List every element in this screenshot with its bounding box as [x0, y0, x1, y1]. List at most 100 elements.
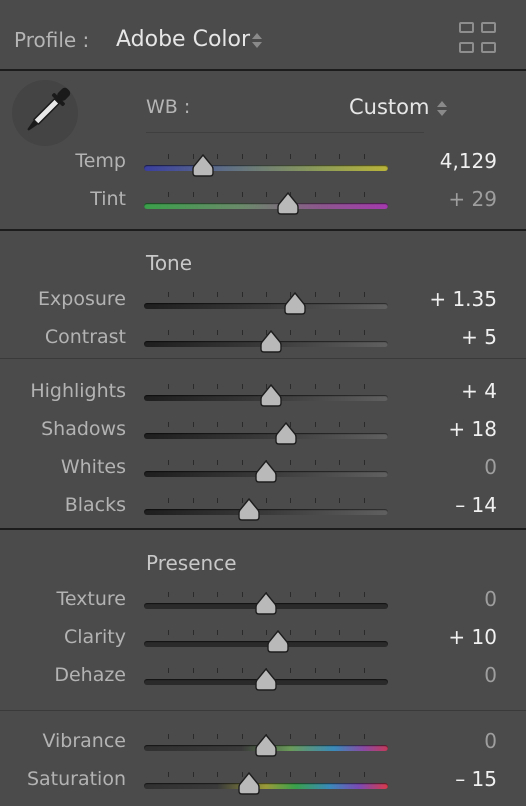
- slider-tick: [290, 630, 292, 635]
- slider-tick: [314, 772, 316, 777]
- eyedropper-icon[interactable]: [12, 80, 78, 146]
- profile-label: Profile :: [14, 28, 90, 52]
- slider-track[interactable]: [144, 165, 388, 171]
- slider-track[interactable]: [144, 641, 388, 647]
- slider-thumb[interactable]: [238, 771, 260, 796]
- slider-tick: [168, 630, 170, 635]
- slider-tick: [339, 154, 341, 159]
- slider-thumb[interactable]: [255, 591, 277, 616]
- slider-track-area[interactable]: [144, 771, 388, 795]
- slider-value[interactable]: + 4: [461, 379, 497, 403]
- up-down-arrows-icon[interactable]: [437, 100, 447, 118]
- slider-value[interactable]: 0: [484, 587, 497, 611]
- slider-tick: [363, 734, 365, 739]
- slider-label: Temp: [75, 150, 126, 172]
- slider-thumb[interactable]: [191, 153, 214, 178]
- slider-track-area[interactable]: [144, 153, 388, 177]
- slider-thumb[interactable]: [238, 497, 260, 522]
- slider-value[interactable]: – 14: [455, 493, 497, 517]
- slider-value[interactable]: + 1.35: [429, 287, 497, 311]
- slider-ticks: [144, 498, 388, 506]
- slider-tick: [339, 630, 341, 635]
- grid-icon[interactable]: [459, 22, 499, 56]
- slider-track-area[interactable]: [144, 667, 388, 691]
- slider-track-area[interactable]: [144, 497, 388, 521]
- slider-tick: [241, 630, 243, 635]
- slider-exposure[interactable]: Exposure + 1.35: [0, 284, 526, 320]
- slider-track[interactable]: [144, 783, 388, 789]
- slider-value[interactable]: 0: [484, 663, 497, 687]
- slider-track-area[interactable]: [144, 291, 388, 315]
- slider-thumb[interactable]: [255, 459, 277, 484]
- slider-tick: [266, 772, 267, 777]
- slider-track-area[interactable]: [144, 591, 388, 615]
- slider-tick: [192, 192, 194, 197]
- slider-thumb[interactable]: [260, 329, 282, 354]
- slider-value[interactable]: + 10: [448, 625, 497, 649]
- slider-tick: [314, 422, 316, 427]
- slider-track[interactable]: [144, 509, 388, 515]
- slider-thumb[interactable]: [260, 383, 282, 408]
- slider-tick: [363, 154, 365, 159]
- slider-tick: [290, 772, 292, 777]
- slider-clarity[interactable]: Clarity + 10: [0, 622, 526, 658]
- slider-contrast[interactable]: Contrast + 5: [0, 322, 526, 358]
- slider-track-area[interactable]: [144, 733, 388, 757]
- slider-track[interactable]: [144, 433, 388, 439]
- slider-tick: [217, 772, 219, 777]
- slider-track-area[interactable]: [144, 383, 388, 407]
- slider-track-area[interactable]: [144, 329, 388, 353]
- slider-tick: [266, 422, 267, 427]
- slider-tick: [290, 154, 292, 159]
- slider-tick: [339, 384, 341, 389]
- slider-track-area[interactable]: [144, 421, 388, 445]
- slider-track-area[interactable]: [144, 459, 388, 483]
- slider-temp[interactable]: Temp 4,129: [0, 146, 526, 182]
- slider-shadows[interactable]: Shadows + 18: [0, 414, 526, 450]
- slider-thumb[interactable]: [267, 629, 289, 654]
- slider-tick: [241, 292, 243, 297]
- slider-tick: [339, 422, 341, 427]
- slider-label: Whites: [60, 456, 126, 478]
- slider-tick: [290, 592, 292, 597]
- slider-dehaze[interactable]: Dehaze 0: [0, 660, 526, 696]
- slider-highlights[interactable]: Highlights + 4: [0, 376, 526, 412]
- slider-thumb[interactable]: [274, 421, 297, 446]
- slider-thumb[interactable]: [255, 667, 277, 692]
- slider-track[interactable]: [144, 203, 388, 209]
- slider-thumb[interactable]: [284, 291, 306, 316]
- profile-dropdown[interactable]: Adobe Color: [116, 27, 250, 52]
- slider-value[interactable]: 0: [484, 729, 497, 753]
- slider-track[interactable]: [144, 303, 388, 309]
- slider-tick: [290, 384, 292, 389]
- slider-saturation[interactable]: Saturation – 15: [0, 764, 526, 800]
- slider-thumb[interactable]: [255, 733, 277, 758]
- slider-tick: [241, 154, 243, 159]
- slider-value[interactable]: + 18: [448, 417, 497, 441]
- slider-whites[interactable]: Whites 0: [0, 452, 526, 488]
- slider-value[interactable]: + 5: [461, 325, 497, 349]
- slider-tick: [168, 498, 170, 503]
- slider-tick: [314, 192, 316, 197]
- slider-thumb[interactable]: [277, 191, 299, 216]
- slider-blacks[interactable]: Blacks – 14: [0, 490, 526, 526]
- slider-value[interactable]: 4,129: [440, 149, 497, 173]
- slider-tick: [363, 330, 365, 335]
- slider-tick: [217, 154, 219, 159]
- slider-value[interactable]: 0: [484, 455, 497, 479]
- slider-tick: [217, 460, 219, 465]
- slider-tick: [192, 668, 194, 673]
- slider-value[interactable]: – 15: [455, 767, 497, 791]
- slider-tint[interactable]: Tint + 29: [0, 184, 526, 220]
- slider-tick: [217, 330, 219, 335]
- slider-ticks: [144, 154, 388, 162]
- slider-vibrance[interactable]: Vibrance 0: [0, 726, 526, 762]
- slider-tick: [314, 668, 316, 673]
- slider-texture[interactable]: Texture 0: [0, 584, 526, 620]
- slider-track-area[interactable]: [144, 191, 388, 215]
- slider-value[interactable]: + 29: [448, 187, 497, 211]
- profile-row: Profile : Adobe Color: [0, 0, 526, 70]
- up-down-arrows-icon[interactable]: [252, 32, 262, 50]
- wb-dropdown[interactable]: Custom: [349, 95, 429, 119]
- slider-track-area[interactable]: [144, 629, 388, 653]
